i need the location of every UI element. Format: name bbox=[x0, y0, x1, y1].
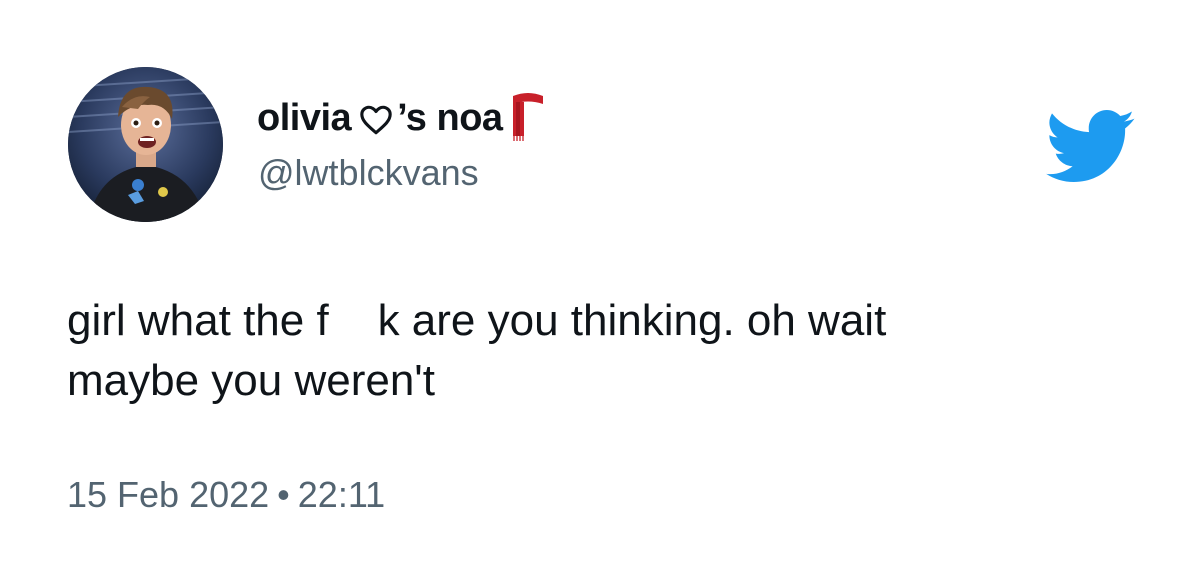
tweet-text-line: maybe you weren't bbox=[67, 356, 435, 405]
tweet-text-line: girl what the f k are you thinking. oh w… bbox=[67, 296, 887, 345]
display-name-suffix: ’s noa bbox=[397, 96, 503, 139]
avatar-photo bbox=[68, 67, 223, 222]
timestamp-separator: • bbox=[277, 474, 290, 515]
display-name[interactable]: olivia ’s noa bbox=[257, 92, 545, 144]
timestamp-date: 15 Feb 2022 bbox=[67, 474, 270, 515]
timestamp-time: 22:11 bbox=[297, 474, 386, 515]
scarf-icon bbox=[512, 93, 543, 141]
twitter-bird-icon bbox=[1046, 110, 1135, 182]
user-handle[interactable]: @lwtblckvans bbox=[258, 152, 479, 194]
tweet-text: girl what the f k are you thinking. oh w… bbox=[67, 291, 1067, 411]
avatar[interactable] bbox=[68, 67, 223, 222]
display-name-text: olivia bbox=[257, 96, 352, 139]
timestamp[interactable]: 15 Feb 2022 • 22:11 bbox=[67, 474, 385, 516]
heart-outline-icon bbox=[360, 105, 392, 135]
